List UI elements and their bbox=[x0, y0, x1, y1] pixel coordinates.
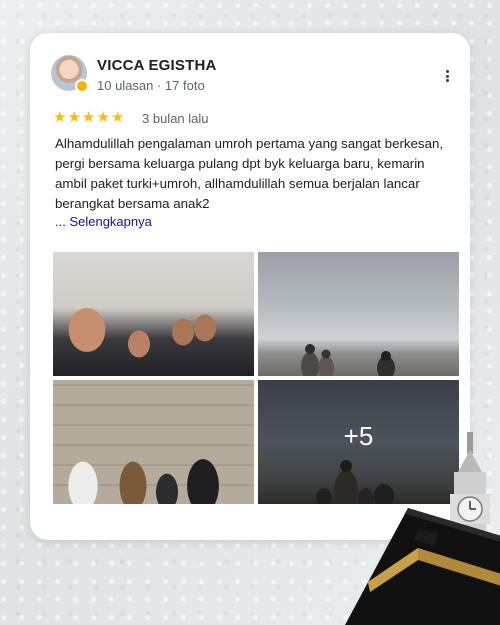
kaaba-illustration bbox=[345, 508, 500, 625]
avatar[interactable] bbox=[51, 55, 89, 93]
more-photos-overlay[interactable]: +5 bbox=[258, 380, 459, 504]
photo-people bbox=[301, 344, 395, 376]
review-card: VICCA EGISTHA 10 ulasan · 17 foto ★ ★ ★ … bbox=[30, 33, 470, 540]
star-icon: ★ bbox=[81, 108, 96, 126]
photo-people bbox=[53, 426, 254, 504]
star-icon: ★ bbox=[67, 108, 81, 126]
reviewer-meta: 10 ulasan · 17 foto bbox=[97, 78, 205, 93]
more-photos-count: +5 bbox=[343, 420, 374, 451]
more-vertical-icon[interactable] bbox=[438, 67, 456, 85]
review-time: 3 bulan lalu bbox=[142, 111, 209, 126]
review-photo[interactable] bbox=[53, 380, 254, 504]
review-text: Alhamdulillah pengalaman umroh pertama y… bbox=[55, 136, 444, 211]
rating-stars: ★ ★ ★ ★ ★ bbox=[53, 109, 124, 125]
review-photo[interactable] bbox=[53, 252, 254, 376]
star-icon: ★ bbox=[96, 108, 110, 126]
star-icon: ★ bbox=[53, 108, 67, 126]
review-photo[interactable] bbox=[258, 252, 459, 376]
star-icon: ★ bbox=[110, 108, 125, 126]
local-guide-badge-icon bbox=[75, 79, 89, 93]
photo-grid: +5 bbox=[53, 252, 459, 504]
read-more-link[interactable]: ... Selengkapnya bbox=[55, 214, 152, 229]
reviewer-name[interactable]: VICCA EGISTHA bbox=[97, 57, 217, 74]
